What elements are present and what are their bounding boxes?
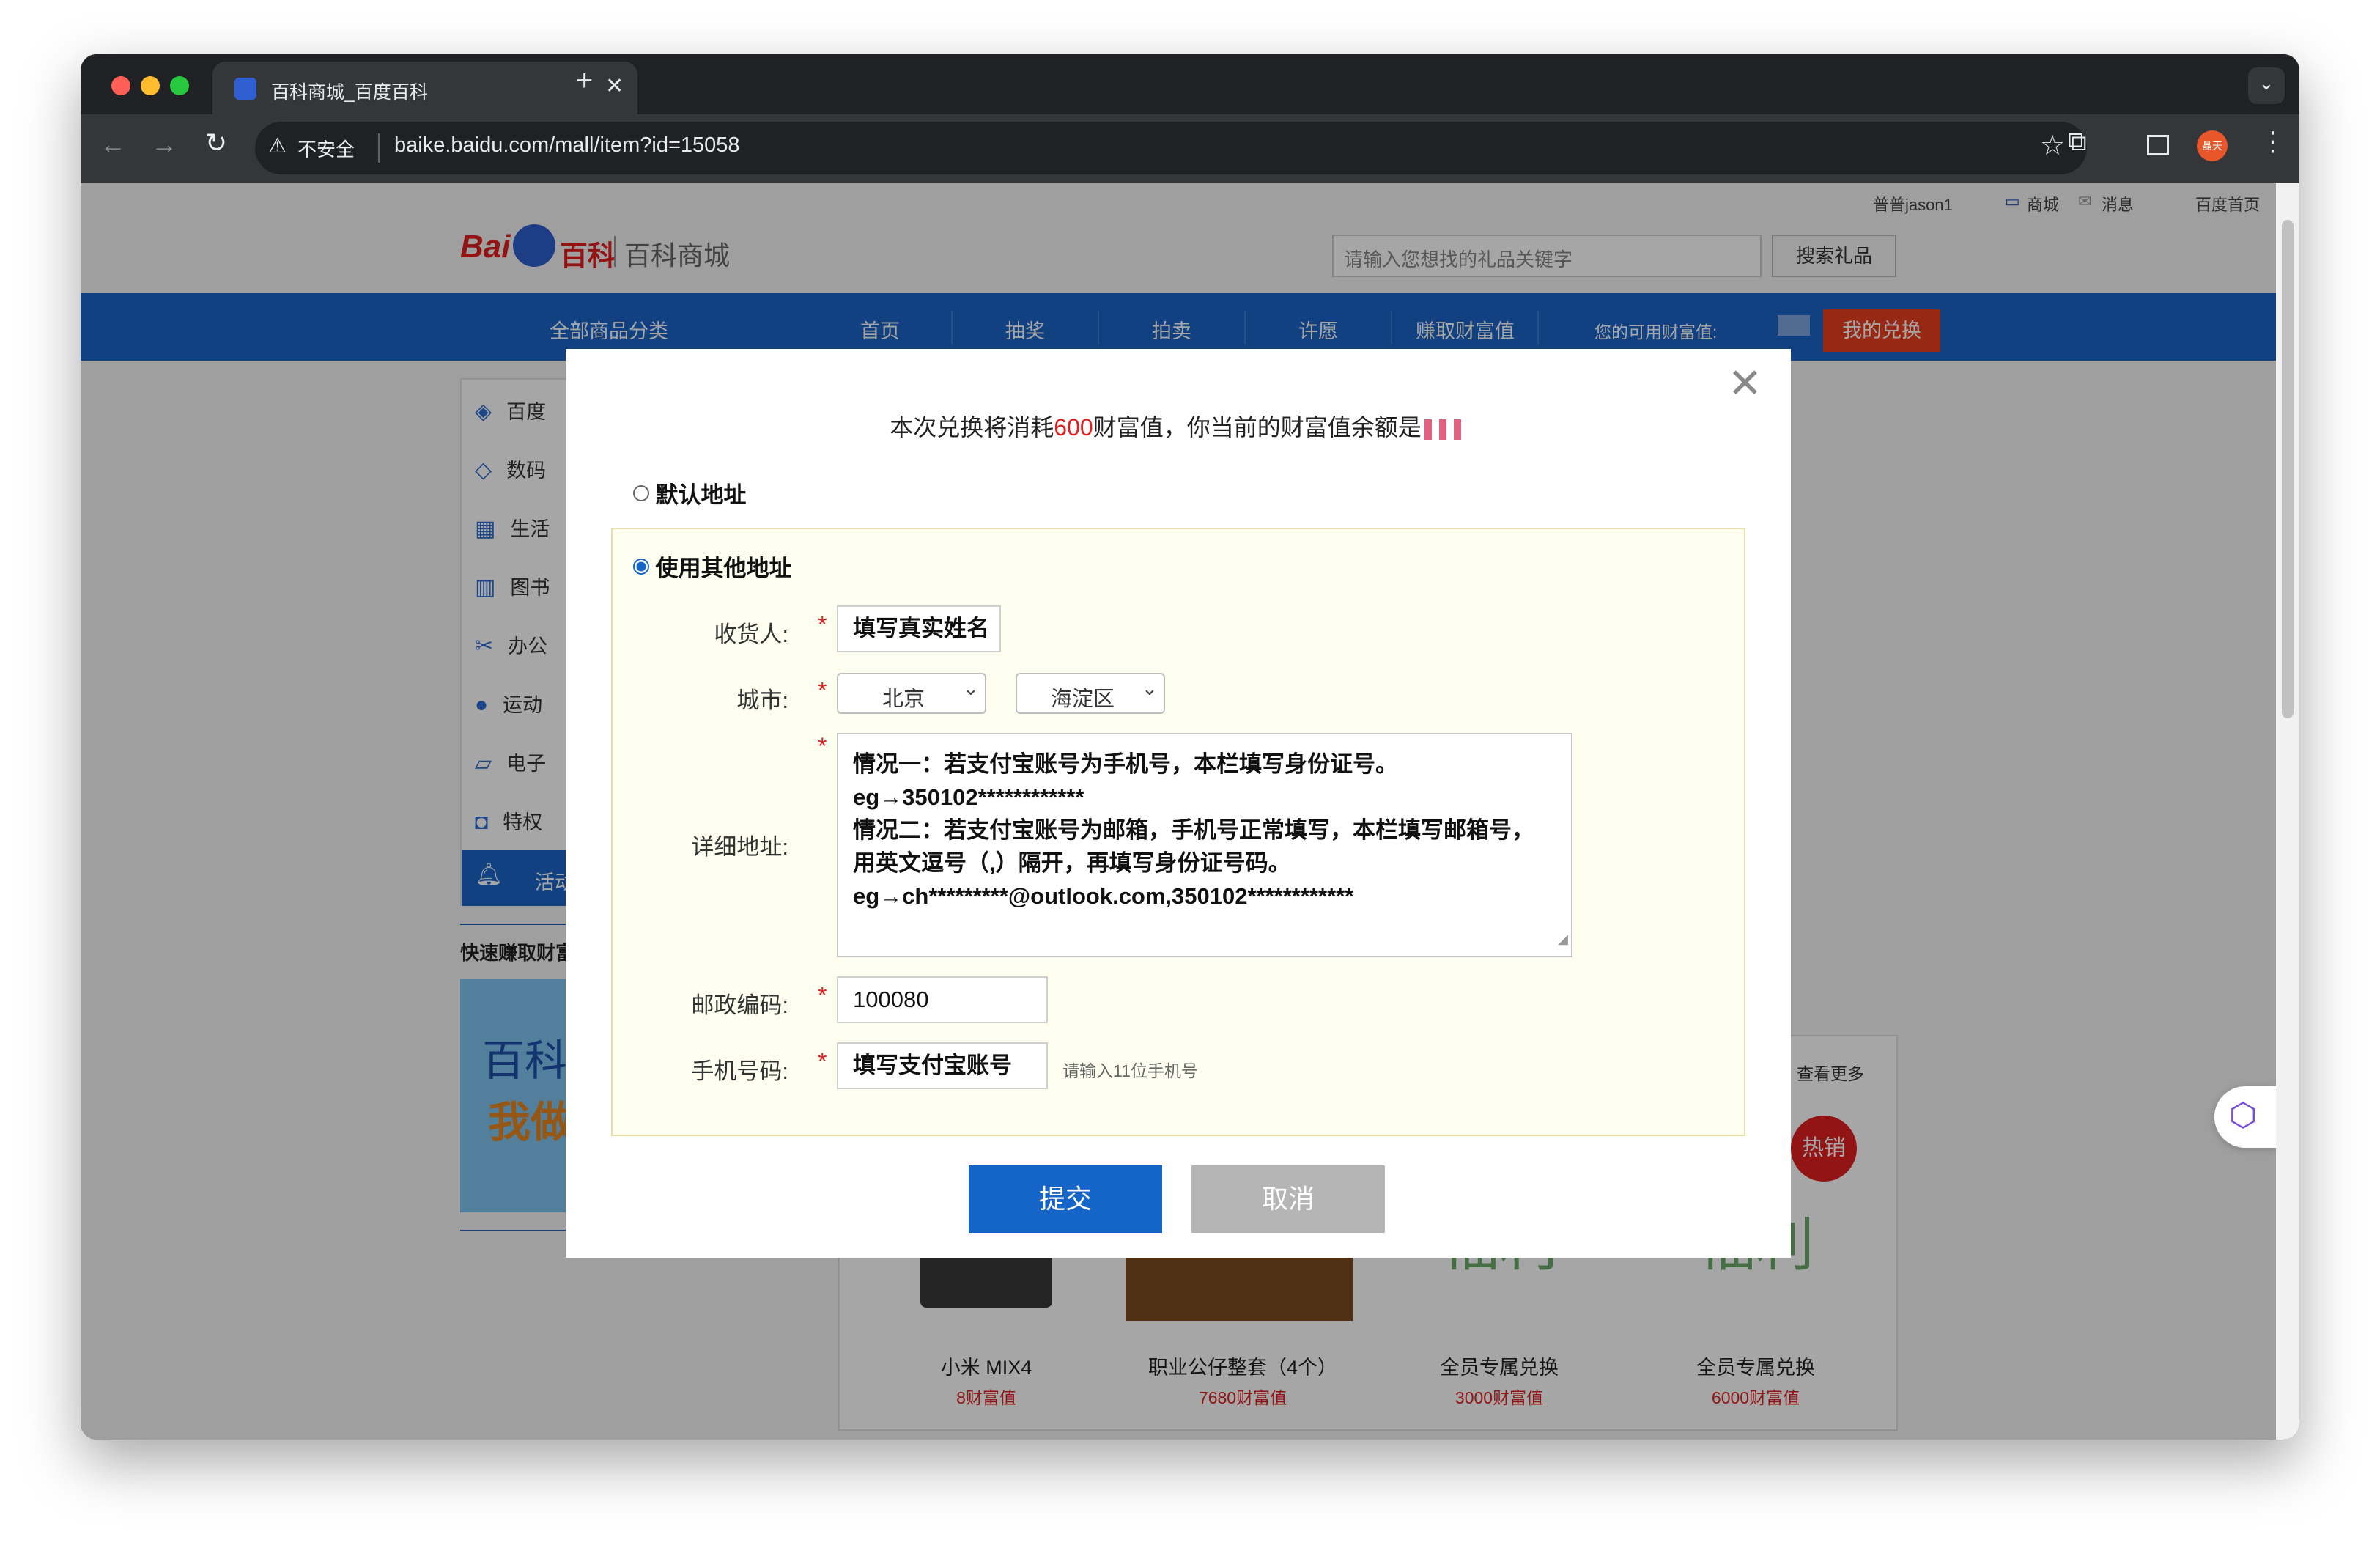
tab-active[interactable]: 百科商城_百度百科 ✕: [212, 62, 638, 114]
bookmark-star-icon[interactable]: ☆: [2040, 129, 2065, 162]
page-scrollbar[interactable]: [2276, 183, 2299, 1440]
other-address-label: 使用其他地址: [655, 556, 792, 581]
side-panel-icon[interactable]: [2147, 135, 2169, 155]
close-window-button[interactable]: [111, 76, 130, 95]
chevron-down-icon: ⌄: [2258, 72, 2274, 94]
required-star: *: [818, 733, 827, 759]
message-suffix: 财富值，你当前的财富值余额是: [1093, 414, 1422, 441]
address-line: 用英文逗号（,）隔开，再填写身份证号码。: [853, 850, 1291, 876]
browser-toolbar: ← → ↻ ⚠ 不安全 baike.baidu.com/mall/item?id…: [81, 114, 2299, 183]
cost-value: 600: [1054, 414, 1093, 441]
extensions-puzzle-icon[interactable]: ⧉: [2068, 126, 2087, 158]
reload-icon[interactable]: ↻: [205, 128, 227, 158]
scrollbar-thumb[interactable]: [2282, 220, 2294, 718]
tab-close-icon[interactable]: ✕: [605, 73, 624, 99]
cancel-button[interactable]: 取消: [1191, 1165, 1385, 1233]
other-address-radio[interactable]: [633, 558, 649, 575]
default-address-option[interactable]: 默认地址: [633, 476, 746, 509]
tab-title: 百科商城_百度百科: [271, 82, 428, 103]
zip-input[interactable]: 100080: [837, 976, 1048, 1023]
forward-arrow-icon[interactable]: →: [151, 129, 177, 160]
address-line: eg→ch*********@outlook.com,350102*******…: [853, 883, 1354, 909]
phone-label: 手机号码:: [691, 1058, 788, 1084]
default-address-label: 默认地址: [655, 482, 747, 508]
back-arrow-icon[interactable]: ←: [100, 129, 126, 160]
baidu-favicon-icon: [234, 78, 256, 100]
page-viewport: 普普jason1 ▭ 商城 ✉ 消息 百度首页 Bai 百科 百科商城 请输入您…: [81, 183, 2276, 1440]
security-label[interactable]: 不安全: [298, 135, 355, 162]
city-select-value: 北京: [882, 688, 925, 711]
submit-button[interactable]: 提交: [969, 1165, 1162, 1233]
required-star: *: [818, 982, 827, 1009]
browser-window: 百科商城_百度百科 ✕ + ⌄ ← → ↻ ⚠ 不安全 baike.baidu.…: [81, 54, 2299, 1440]
balance-value-pixelated: [1424, 419, 1467, 440]
resize-handle-icon[interactable]: ◢: [1558, 923, 1568, 956]
minimize-window-button[interactable]: [141, 76, 160, 95]
message-prefix: 本次兑换将消耗: [890, 414, 1054, 441]
exchange-dialog: ✕ 本次兑换将消耗600财富值，你当前的财富值余额是 默认地址 使用其他地址 收…: [566, 349, 1791, 1258]
tab-search-button[interactable]: ⌄: [2248, 67, 2285, 104]
address-textarea[interactable]: 情况一：若支付宝账号为手机号，本栏填写身份证号。 eg→350102******…: [837, 733, 1572, 957]
receiver-label: 收货人:: [714, 622, 788, 647]
warning-icon: ⚠: [268, 134, 287, 157]
new-tab-plus-icon[interactable]: +: [576, 64, 593, 97]
city-select[interactable]: 北京 ⌄: [837, 673, 986, 714]
other-address-option[interactable]: 使用其他地址: [633, 550, 791, 583]
district-select-value: 海淀区: [1051, 688, 1115, 711]
required-star: *: [818, 1048, 827, 1075]
floating-assistant-button[interactable]: ⬡: [2214, 1086, 2276, 1148]
chevron-down-icon: ⌄: [1142, 677, 1158, 699]
district-select[interactable]: 海淀区 ⌄: [1016, 673, 1165, 714]
default-address-radio[interactable]: [633, 484, 649, 501]
address-line: 情况二：若支付宝账号为邮箱，手机号正常填写，本栏填写邮箱号，: [853, 817, 1534, 843]
chevron-down-icon: ⌄: [963, 677, 979, 699]
divider: [378, 133, 380, 163]
zip-label: 邮政编码:: [691, 992, 788, 1018]
tab-strip: 百科商城_百度百科 ✕ + ⌄: [81, 54, 2299, 114]
url-text[interactable]: baike.baidu.com/mall/item?id=15058: [394, 133, 740, 158]
address-line: 情况一：若支付宝账号为手机号，本栏填写身份证号。: [853, 751, 1398, 777]
exchange-message: 本次兑换将消耗600财富值，你当前的财富值余额是: [566, 409, 1791, 443]
close-icon[interactable]: ✕: [1728, 359, 1762, 408]
phone-input[interactable]: 填写支付宝账号: [837, 1042, 1048, 1089]
other-address-panel: 使用其他地址 收货人: * 填写真实姓名 城市: * 北京 ⌄ 海淀区 ⌄ 详细…: [611, 528, 1745, 1136]
required-star: *: [818, 677, 827, 704]
city-label: 城市:: [736, 688, 788, 713]
hexagon-icon: ⬡: [2229, 1097, 2258, 1133]
menu-kebab-icon[interactable]: ⋮: [2260, 126, 2286, 157]
receiver-input[interactable]: 填写真实姓名: [837, 605, 1001, 652]
phone-hint: 请输入11位手机号: [1062, 1061, 1198, 1080]
address-line: eg→350102************: [853, 784, 1084, 810]
required-star: *: [818, 611, 827, 638]
address-bar[interactable]: ⚠ 不安全 baike.baidu.com/mall/item?id=15058…: [255, 122, 2087, 174]
profile-avatar[interactable]: 晶天: [2197, 130, 2228, 161]
maximize-window-button[interactable]: [170, 76, 189, 95]
address-label: 详细地址:: [691, 834, 788, 860]
